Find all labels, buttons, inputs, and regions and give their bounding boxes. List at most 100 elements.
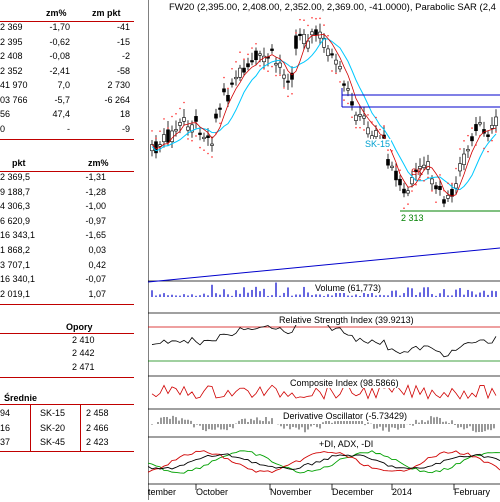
candle-body: [194, 116, 198, 122]
month-label: February: [454, 487, 491, 497]
derivative-oscillator-title: Derivative Oscillator (-5.73429): [282, 411, 409, 421]
sar-dot: [175, 113, 177, 115]
ma-prefix: 37: [0, 437, 11, 447]
candle-body: [258, 53, 262, 56]
sar-dot: [227, 87, 229, 90]
sar-dot: [483, 147, 485, 150]
candle-body: [374, 130, 378, 137]
sar-dot: [359, 126, 361, 129]
index-change-pct: 0,42: [88, 259, 106, 270]
candle-body: [254, 50, 258, 61]
candle-body: [330, 53, 334, 56]
ma-label: SK-45: [40, 437, 66, 447]
moving-average-row: 94 SK-15 2 458: [0, 408, 146, 420]
candle-body: [438, 185, 442, 190]
index-change-pct: -1,00: [85, 201, 106, 212]
candle-body: [426, 161, 430, 170]
quote-change-pkt: -58: [116, 65, 130, 76]
quote-row: 2 369 -1,70 -41: [0, 22, 146, 34]
sar-dot: [363, 129, 365, 131]
candle-body: [310, 31, 314, 36]
candle-body: [362, 115, 366, 119]
candle-body: [354, 114, 358, 121]
sar-dot: [423, 180, 425, 182]
candle-body: [274, 63, 278, 66]
quote-change-pkt: 2 730: [107, 80, 130, 90]
index-row: 6 620,9 -0,97: [0, 216, 146, 228]
candle-body: [166, 129, 170, 143]
stock-chart[interactable]: FW20 (2,395.00, 2,408.00, 2,352.00, 2,36…: [147, 0, 500, 500]
quote-change-pkt: -15: [116, 36, 130, 47]
sar-dot: [439, 174, 441, 176]
sar-dot: [307, 24, 309, 27]
candle-body: [358, 114, 362, 117]
quote-row: 41 970 7,0 2 730: [0, 80, 146, 92]
index-change-pct: -0,07: [85, 274, 106, 285]
quote-change-pkt: 18: [119, 109, 130, 119]
sar-dot: [371, 121, 373, 123]
index-row: 16 343,1 -1,65: [0, 230, 146, 242]
quote-change-pct: -2,41: [49, 65, 70, 76]
sar-dot: [343, 99, 345, 101]
candle-body: [442, 199, 446, 204]
quote-change-pct: 47,4: [52, 109, 70, 119]
candle-body: [210, 143, 214, 146]
candle-body: [490, 125, 494, 129]
quote-value: 03 766: [0, 94, 28, 105]
sar-dot: [267, 70, 269, 73]
candle-body: [478, 122, 482, 125]
sar-dot: [315, 17, 317, 20]
candle-body: [466, 149, 470, 152]
sar-dot: [467, 134, 469, 137]
candle-body: [342, 83, 346, 86]
sar-dot: [231, 67, 233, 70]
sar-dot: [303, 19, 305, 22]
divider: [0, 377, 134, 378]
candle-body: [198, 132, 202, 135]
moving-average-row: 37 SK-45 2 423: [0, 437, 146, 449]
quote-row: 2 395 -0,62 -15: [0, 37, 146, 49]
index-points: 3 707,1: [0, 259, 31, 270]
index-row: 2 369,5 -1,31: [0, 172, 146, 184]
sar-dot: [179, 107, 181, 110]
candle-body: [338, 66, 342, 70]
candle-body: [218, 107, 222, 110]
candle-body: [334, 59, 338, 65]
quote-row: 0 - -9: [0, 124, 146, 136]
sar-dot: [207, 152, 209, 155]
sar-dot: [319, 17, 321, 20]
sar-dot: [151, 130, 153, 132]
index-points: 2 369,5: [0, 172, 31, 182]
sar-dot: [259, 65, 261, 67]
chart-canvas[interactable]: [147, 0, 500, 500]
quote-value: 0: [0, 123, 6, 134]
ma-prefix: 16: [0, 422, 11, 433]
index-change-pct: -1,31: [85, 172, 106, 182]
quote-value: 2 352: [0, 65, 23, 76]
sar-dot: [239, 51, 241, 53]
sar-dot: [327, 34, 329, 37]
candle-body: [350, 101, 354, 106]
sar-dot: [399, 169, 401, 171]
sar-dot: [271, 65, 273, 68]
index-points: 4 306,3: [0, 201, 31, 212]
opory-title: Opory: [66, 322, 93, 332]
sar-dot: [431, 190, 433, 192]
index-row: 16 340,1 -0,07: [0, 274, 146, 286]
sar-dot: [443, 189, 445, 192]
sar-dot: [447, 182, 449, 185]
sar-dot: [451, 182, 453, 185]
header-zm-pct: zm%: [46, 8, 67, 18]
index-points: 9 188,7: [0, 186, 31, 197]
sar-dot: [183, 101, 185, 104]
sar-dot: [251, 47, 253, 49]
month-label: October: [196, 487, 229, 497]
candle-body: [446, 195, 450, 199]
index-points: 16 340,1: [0, 274, 36, 285]
sar-dot: [471, 127, 473, 129]
sar-dot: [159, 130, 161, 132]
index-row: 2 019,1 1,07: [0, 289, 146, 301]
sar-dot: [379, 128, 381, 131]
sar-dot: [347, 102, 349, 105]
sar-dot: [375, 116, 377, 119]
